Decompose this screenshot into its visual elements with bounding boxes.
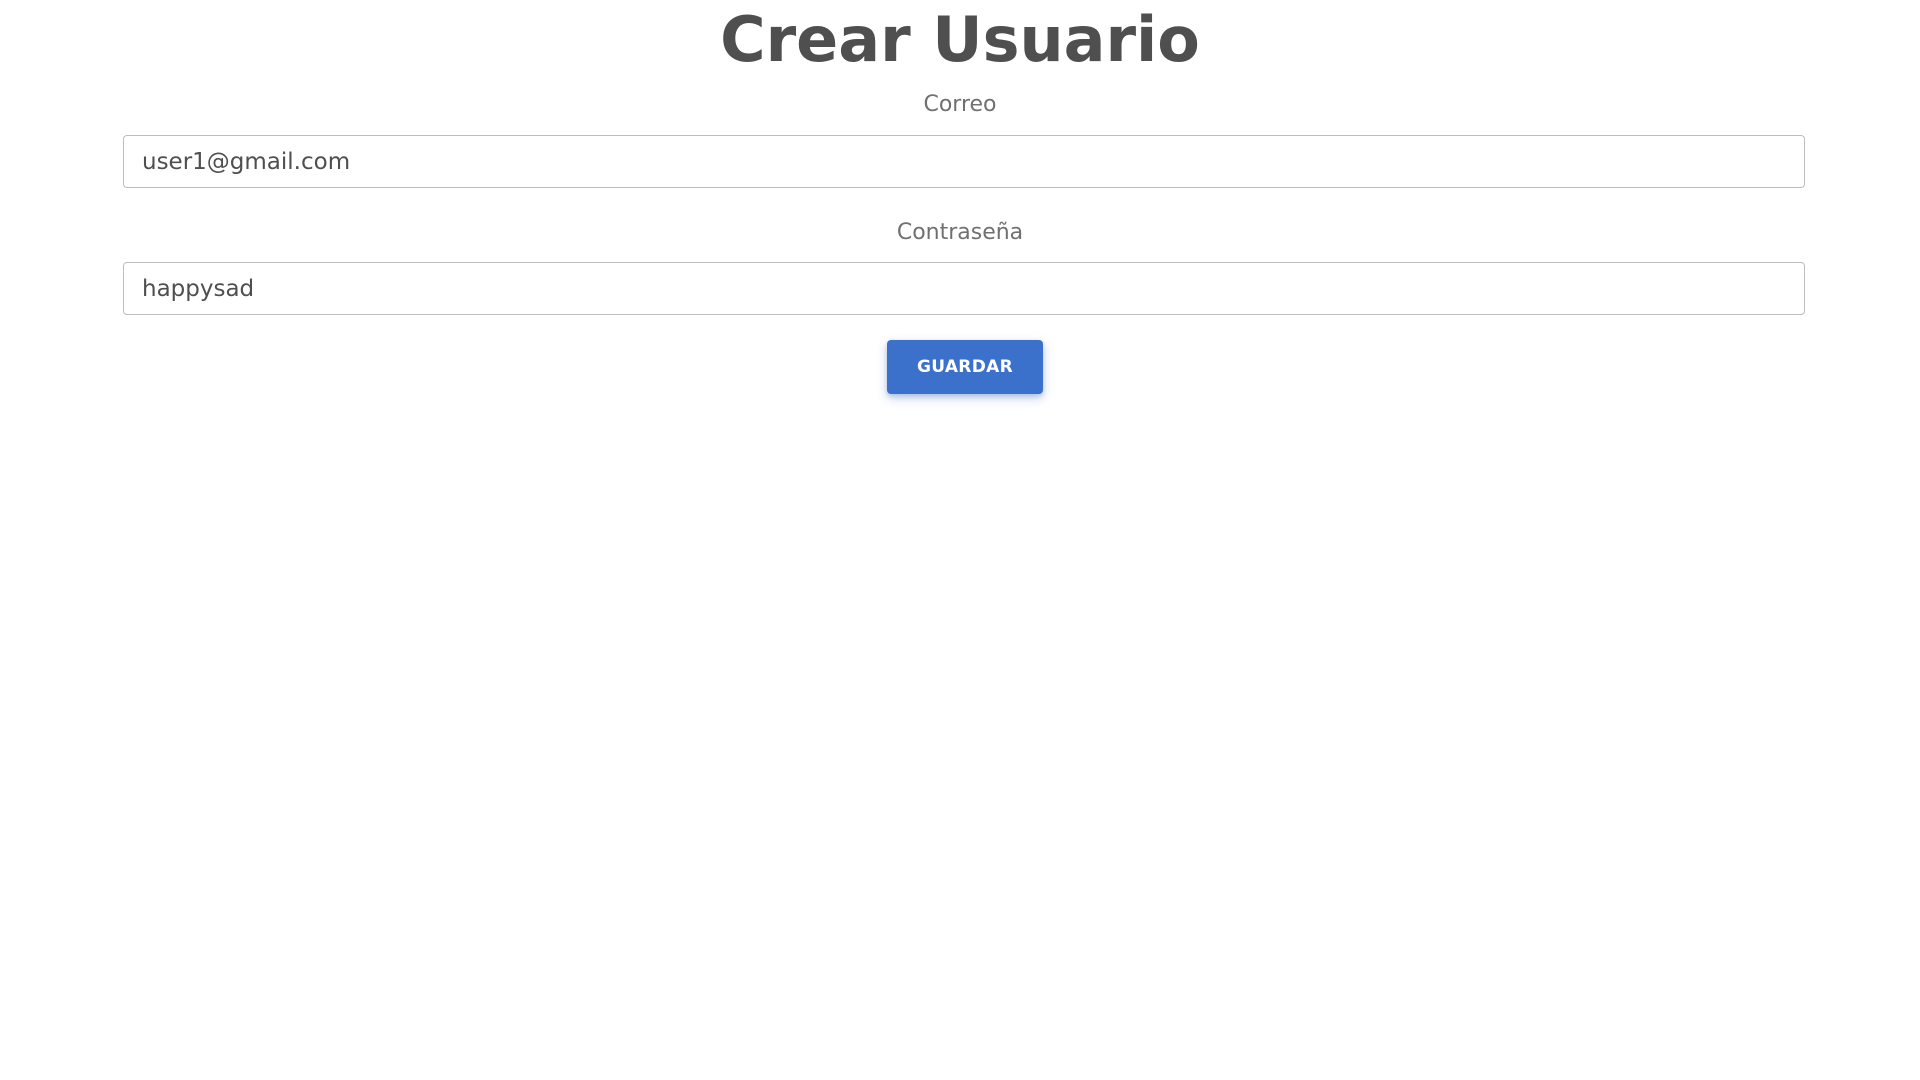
- password-field[interactable]: [123, 262, 1805, 315]
- password-label: Contraseña: [896, 220, 1024, 245]
- page-title: Crear Usuario: [720, 3, 1200, 76]
- email-label: Correo: [923, 92, 997, 117]
- create-user-page: Crear Usuario Correo Contraseña GUARDAR: [0, 0, 1920, 1080]
- email-field[interactable]: [123, 135, 1805, 188]
- save-button[interactable]: GUARDAR: [887, 340, 1043, 394]
